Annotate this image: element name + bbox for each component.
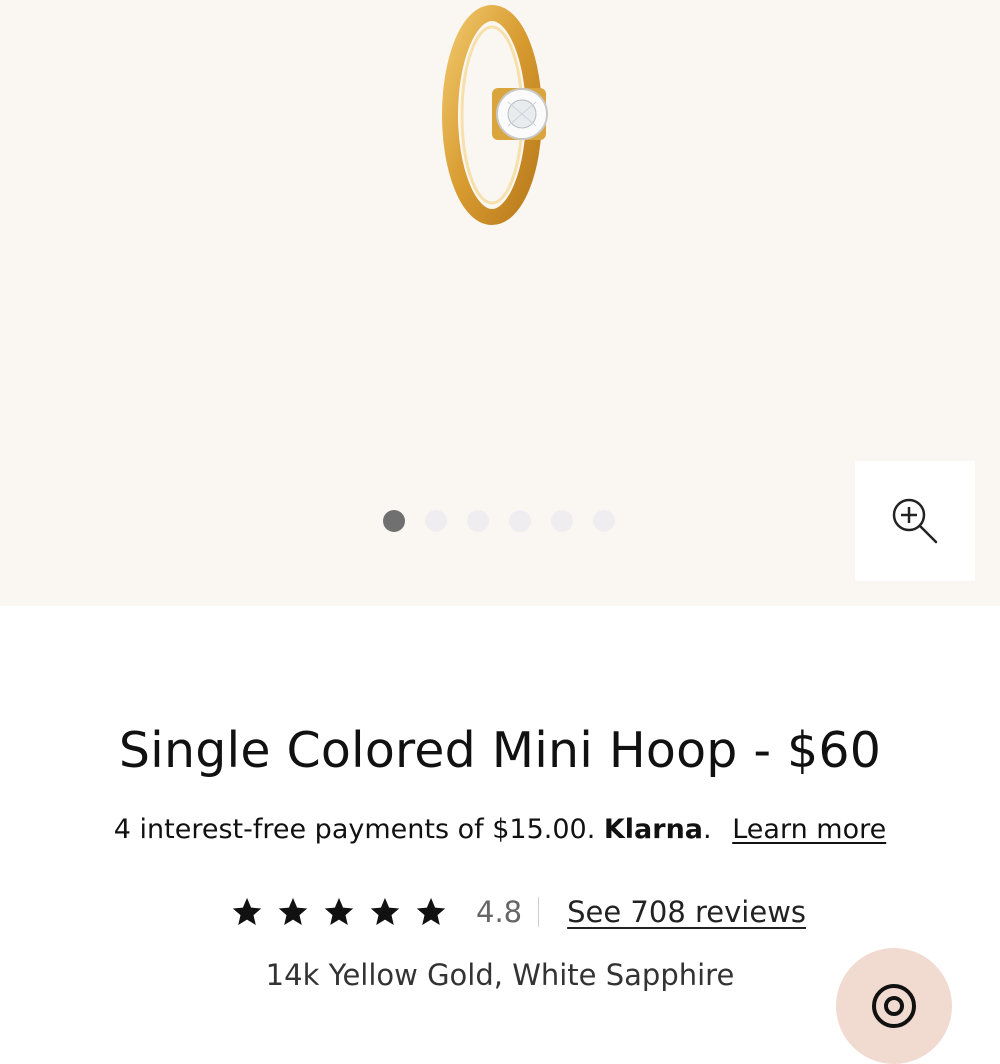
product-gallery [0,0,1000,606]
rating-divider [538,897,540,927]
star-icon [232,897,262,926]
zoom-button[interactable] [855,461,975,581]
rating-stars [230,895,448,929]
chat-button[interactable] [836,948,952,1064]
carousel-dot-1[interactable] [383,510,405,532]
payments-period: . [703,814,712,845]
zoom-in-icon [892,498,938,544]
carousel-dot-5[interactable] [551,510,573,532]
star-icon [278,897,308,926]
chat-icon [872,984,916,1028]
learn-more-link[interactable]: Learn more [732,814,886,845]
see-reviews-link[interactable]: See 708 reviews [567,895,806,929]
star-icon [370,897,400,926]
product-title: Single Colored Mini Hoop - $60 [118,722,882,779]
star-icon [324,897,354,926]
carousel-dot-6[interactable] [593,510,615,532]
carousel-dots [383,510,615,532]
payments-info: 4 interest-free payments of $15.00. Klar… [0,814,1000,845]
payments-text: 4 interest-free payments of $15.00. [113,814,596,845]
product-image[interactable] [420,0,580,240]
rating-row: 4.8 See 708 reviews [230,888,806,936]
rating-score: 4.8 [476,895,523,929]
carousel-dot-3[interactable] [467,510,489,532]
star-icon [416,897,446,926]
klarna-logo: Klarna [603,814,704,845]
carousel-dot-4[interactable] [509,510,531,532]
carousel-dot-2[interactable] [425,510,447,532]
